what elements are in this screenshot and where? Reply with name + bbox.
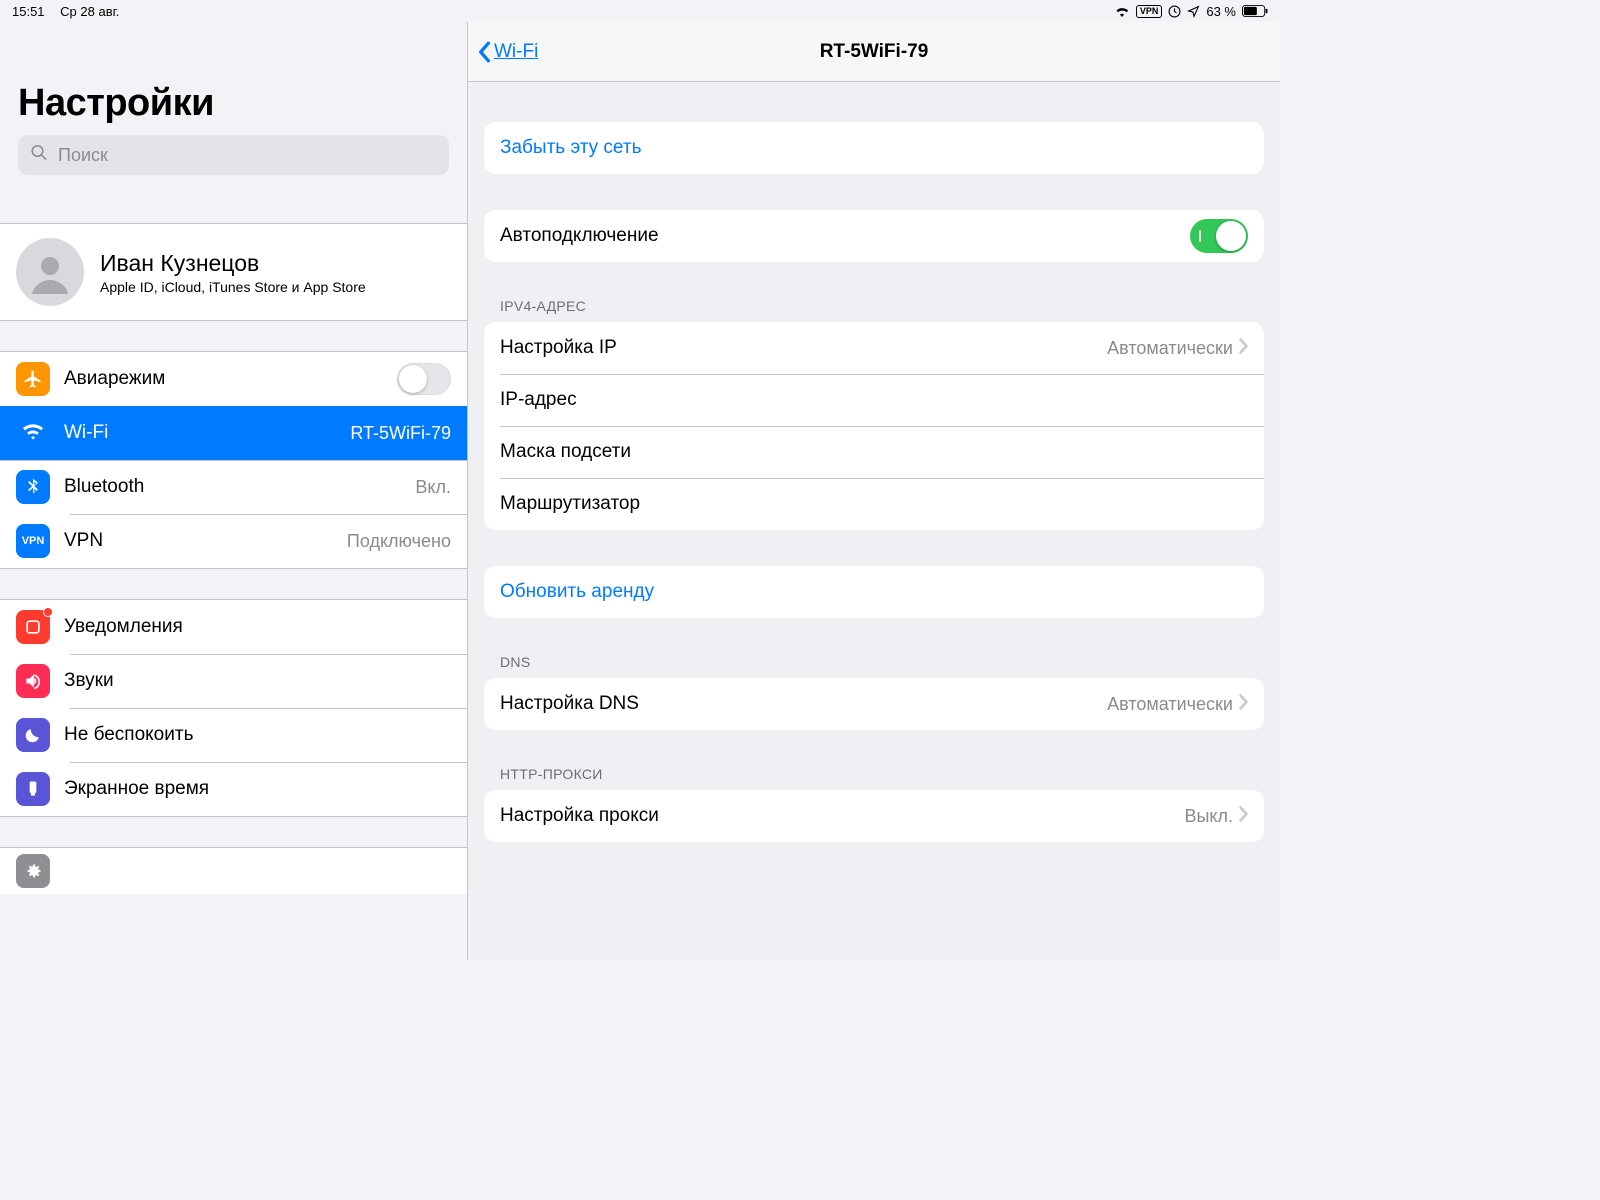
- autojoin-label: Автоподключение: [500, 225, 1190, 247]
- sidebar-item-dnd[interactable]: Не беспокоить: [0, 708, 467, 762]
- sidebar-item-general[interactable]: [0, 848, 467, 894]
- location-status-icon: [1187, 5, 1200, 18]
- router-row[interactable]: Маршрутизатор: [484, 478, 1264, 530]
- sidebar-item-bluetooth[interactable]: Bluetooth Вкл.: [0, 460, 467, 514]
- sidebar-item-label: Уведомления: [64, 616, 451, 638]
- configure-proxy-row[interactable]: Настройка прокси Выкл.: [484, 790, 1264, 842]
- status-time: 15:51: [12, 4, 45, 19]
- sidebar-item-value: Подключено: [347, 531, 451, 552]
- subnet-row[interactable]: Маска подсети: [484, 426, 1264, 478]
- configure-ip-row[interactable]: Настройка IP Автоматически: [484, 322, 1264, 374]
- chevron-right-icon: [1239, 806, 1248, 827]
- renew-lease-button[interactable]: Обновить аренду: [484, 566, 1264, 618]
- sidebar-item-label: Не беспокоить: [64, 724, 451, 746]
- sidebar-item-label: Bluetooth: [64, 476, 401, 498]
- dns-section-label: DNS: [484, 654, 1264, 678]
- detail-title: RT-5WiFi-79: [820, 41, 929, 63]
- profile-name: Иван Кузнецов: [100, 250, 366, 277]
- status-bar: 15:51 Ср 28 авг. VPN 63 %: [0, 0, 1280, 22]
- profile-sub: Apple ID, iCloud, iTunes Store и App Sto…: [100, 279, 366, 295]
- ip-address-row[interactable]: IP-адрес: [484, 374, 1264, 426]
- proxy-section-label: HTTP-ПРОКСИ: [484, 766, 1264, 790]
- general-icon: [16, 854, 50, 888]
- sidebar-item-vpn[interactable]: VPN VPN Подключено: [0, 514, 467, 568]
- configure-dns-value: Автоматически: [1107, 694, 1233, 715]
- back-label: Wi-Fi: [494, 41, 538, 63]
- status-date: Ср 28 авг.: [60, 4, 119, 19]
- back-button[interactable]: Wi-Fi: [468, 41, 538, 63]
- configure-ip-value: Автоматически: [1107, 338, 1233, 359]
- sidebar-item-label: Экранное время: [64, 778, 451, 800]
- settings-title: Настройки: [18, 82, 449, 125]
- chevron-right-icon: [1239, 338, 1248, 359]
- forget-network-button[interactable]: Забыть эту сеть: [484, 122, 1264, 174]
- ipv4-section-label: IPV4-АДРЕС: [484, 298, 1264, 322]
- bluetooth-icon: [16, 470, 50, 504]
- detail-pane: Wi-Fi RT-5WiFi-79 Забыть эту сеть Автопо…: [468, 22, 1280, 960]
- search-icon: [30, 144, 48, 167]
- sidebar-item-label: Wi-Fi: [64, 422, 336, 444]
- sidebar-item-notifications[interactable]: Уведомления: [0, 600, 467, 654]
- battery-icon: [1242, 5, 1268, 17]
- airplane-icon: [16, 362, 50, 396]
- sidebar-item-screentime[interactable]: Экранное время: [0, 762, 467, 816]
- chevron-right-icon: [1239, 694, 1248, 715]
- notifications-icon: [16, 610, 50, 644]
- vpn-status-badge: VPN: [1136, 5, 1163, 18]
- profile-row[interactable]: Иван Кузнецов Apple ID, iCloud, iTunes S…: [0, 224, 467, 320]
- sounds-icon: [16, 664, 50, 698]
- wifi-status-icon: [1114, 5, 1130, 17]
- avatar: [16, 238, 84, 306]
- autojoin-row[interactable]: Автоподключение: [484, 210, 1264, 262]
- sidebar-item-value: RT-5WiFi-79: [350, 423, 451, 444]
- sidebar-item-label: Авиарежим: [64, 368, 383, 390]
- battery-percent: 63 %: [1206, 4, 1236, 19]
- sidebar-item-label: VPN: [64, 530, 333, 552]
- wifi-icon: [16, 416, 50, 450]
- sidebar-item-value: Вкл.: [415, 477, 451, 498]
- search-input[interactable]: [18, 135, 449, 175]
- screentime-icon: [16, 772, 50, 806]
- rotation-lock-icon: [1168, 5, 1181, 18]
- chevron-left-icon: [476, 41, 492, 63]
- sidebar-item-sounds[interactable]: Звуки: [0, 654, 467, 708]
- sidebar-item-wifi[interactable]: Wi-Fi RT-5WiFi-79: [0, 406, 467, 460]
- dnd-icon: [16, 718, 50, 752]
- detail-header: Wi-Fi RT-5WiFi-79: [468, 22, 1280, 82]
- vpn-icon: VPN: [16, 524, 50, 558]
- sidebar-item-airplane[interactable]: Авиарежим: [0, 352, 467, 406]
- configure-dns-row[interactable]: Настройка DNS Автоматически: [484, 678, 1264, 730]
- settings-sidebar: Настройки Иван Кузнецов Apple ID, iCloud…: [0, 22, 468, 960]
- autojoin-toggle[interactable]: [1190, 219, 1248, 253]
- configure-proxy-value: Выкл.: [1184, 806, 1233, 827]
- sidebar-item-label: Звуки: [64, 670, 451, 692]
- airplane-toggle[interactable]: [397, 363, 451, 395]
